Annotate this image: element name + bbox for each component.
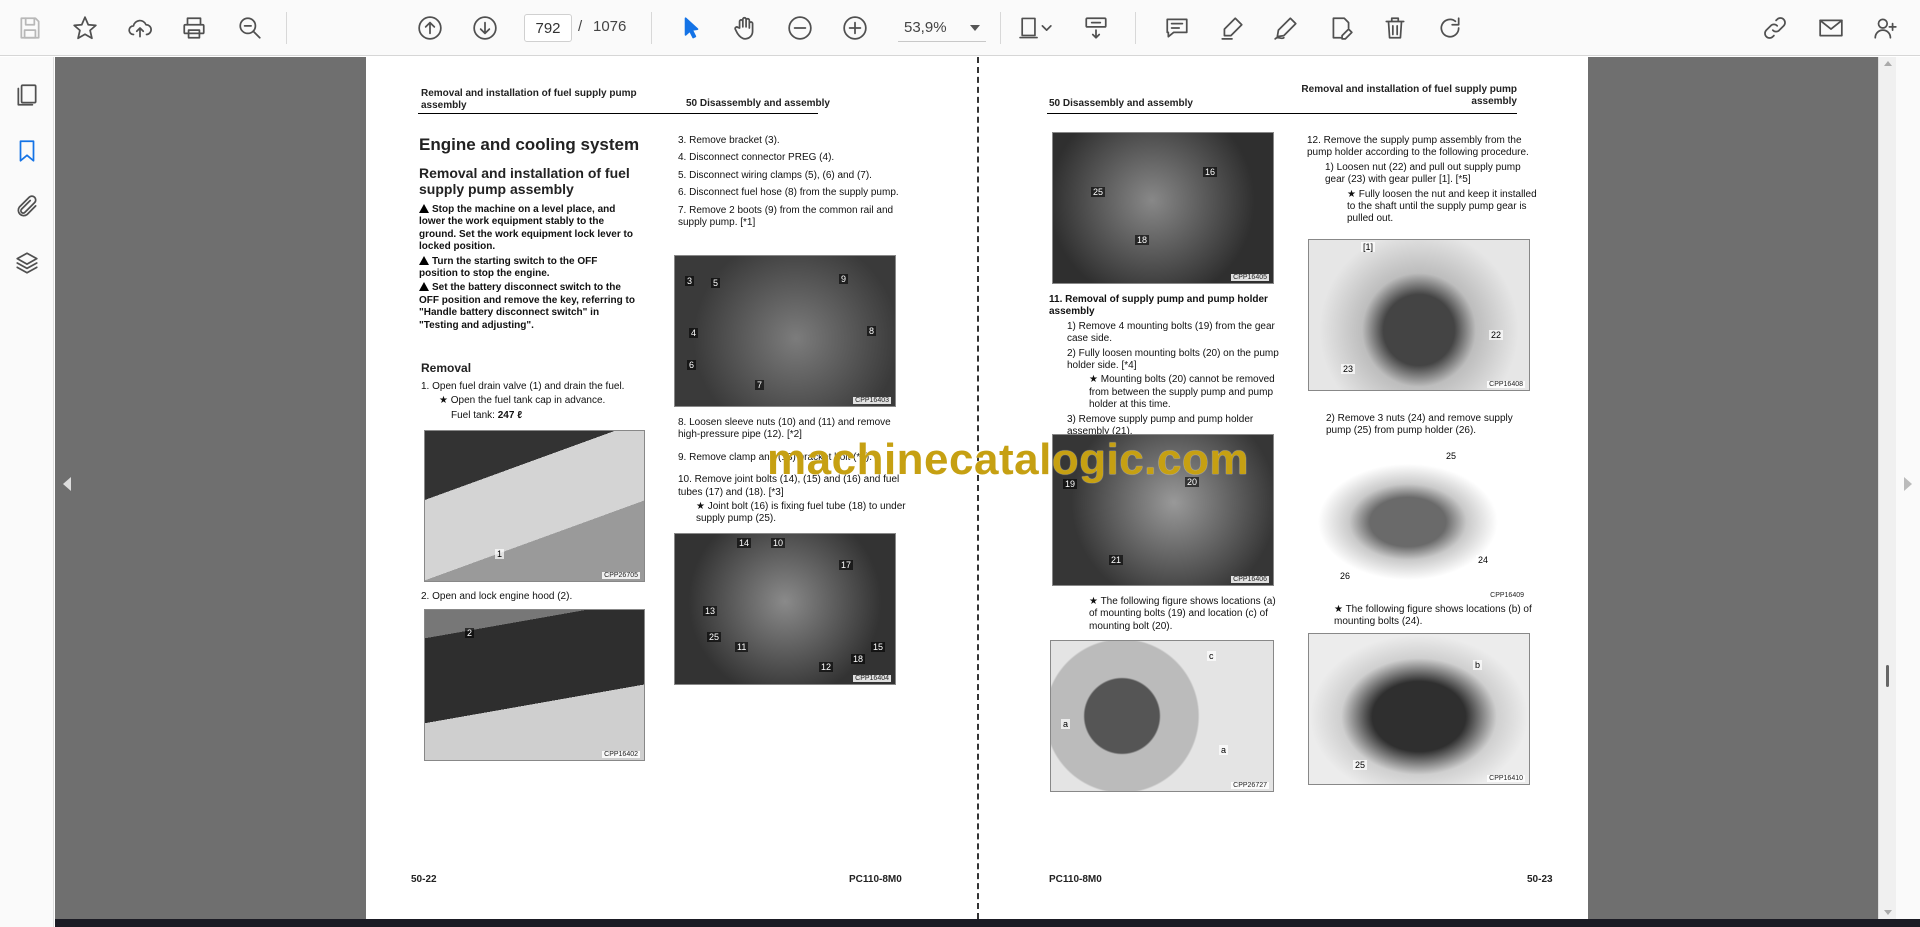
figure-bolt-locations: c a a CPP26727 [1050, 640, 1274, 792]
step-11: 11. Removal of supply pump and pump hold… [1049, 294, 1279, 438]
step-12-2: 2) Remove 3 nuts (24) and remove supply … [1326, 413, 1513, 437]
rotate-icon[interactable] [1432, 10, 1468, 46]
save-icon[interactable] [12, 10, 48, 46]
page-number-right: 50-23 [1527, 874, 1553, 885]
page-up-icon[interactable] [412, 10, 448, 46]
zoom-in-icon[interactable] [837, 10, 873, 46]
scroll-down-icon[interactable] [1884, 910, 1892, 915]
figure-connectors: 3 5 9 4 6 7 8 CPP16403 [674, 255, 896, 407]
zoom-select[interactable]: 53,9% [898, 14, 986, 42]
figure-supply-pump: 25 24 26 CPP16409 [1308, 449, 1530, 601]
attachment-icon[interactable] [9, 189, 45, 225]
warning-item: Turn the starting switch to the OFF posi… [419, 255, 598, 280]
figure-code: CPP16409 [1488, 592, 1526, 599]
edit-icon[interactable] [1323, 10, 1359, 46]
page-left: Removal and installation of fuel supply … [366, 57, 977, 919]
header-right: 50 Disassembly and assembly [686, 98, 830, 109]
figure-fuel-drain: 1 CPP26705 [424, 430, 645, 582]
figure-code: CPP26705 [602, 572, 640, 579]
page-separator: / [578, 18, 583, 35]
left-sidebar [0, 57, 54, 927]
sign-icon[interactable] [1268, 10, 1304, 46]
scroll-mode-icon[interactable] [1078, 10, 1114, 46]
figure-code: CPP16406 [1231, 576, 1269, 583]
thumbnails-icon[interactable] [9, 77, 45, 113]
upload-icon[interactable] [122, 10, 158, 46]
delete-icon[interactable] [1377, 10, 1413, 46]
warning-icon [419, 204, 429, 213]
zoom-out-icon[interactable] [782, 10, 818, 46]
layers-icon[interactable] [9, 245, 45, 281]
header-left: Removal and installation of fuel supply … [421, 88, 637, 111]
bookmark-icon[interactable] [9, 133, 45, 169]
fit-page-icon[interactable] [1013, 10, 1059, 46]
expand-right-panel-icon[interactable] [1904, 477, 1912, 491]
figure-fuel-tubes: 14 10 17 13 25 11 15 18 12 CPP16404 [674, 533, 896, 685]
figure-engine-hood: 2 CPP16402 [424, 609, 645, 761]
step-1: 1. Open fuel drain valve (1) and drain t… [421, 381, 625, 421]
figure-code: CPP16403 [853, 397, 891, 404]
figure-pump-area: 25 16 18 CPP16405 [1052, 132, 1274, 284]
warning-item: Stop the machine on a level place, and l… [419, 204, 633, 253]
model-code-left: PC110-8M0 [849, 874, 902, 885]
page-number-left: 50-22 [411, 874, 437, 885]
page-right: 50 Disassembly and assembly Removal and … [977, 57, 1588, 919]
warning-item: Set the battery disconnect switch to the… [419, 282, 635, 331]
figure-pump-bolts: b 25 CPP16410 [1308, 633, 1530, 785]
page-number-input[interactable] [524, 14, 572, 42]
figure-code: CPP16404 [853, 675, 891, 682]
warnings-block: Stop the machine on a level place, and l… [419, 204, 639, 334]
star-icon[interactable] [67, 10, 103, 46]
page-total: 1076 [593, 18, 627, 35]
fuel-label: Fuel tank: [451, 409, 495, 421]
section-title: Engine and cooling system [419, 135, 640, 154]
vertical-scrollbar[interactable] [1878, 57, 1896, 919]
hand-icon[interactable] [727, 10, 763, 46]
figure-code: CPP26727 [1231, 782, 1269, 789]
note-locations-b: ★ The following figure shows locations (… [1334, 604, 1532, 628]
figure-code: CPP16405 [1231, 274, 1269, 281]
scrollbar-thumb[interactable] [1886, 665, 1889, 687]
figure-code: CPP16410 [1487, 775, 1525, 782]
model-code-right: PC110-8M0 [1049, 874, 1102, 885]
add-user-icon[interactable] [1867, 10, 1903, 46]
note-locations-a: ★ The following figure shows locations (… [1089, 596, 1276, 632]
figure-code: CPP16408 [1487, 381, 1525, 388]
document-viewer[interactable]: Removal and installation of fuel supply … [55, 57, 1878, 919]
figure-code: CPP16402 [602, 751, 640, 758]
zoom-search-icon[interactable] [232, 10, 268, 46]
steps-3-7: 3. Remove bracket (3). 4. Disconnect con… [678, 135, 899, 229]
bottom-bar [55, 919, 1920, 927]
chevron-down-icon [970, 24, 980, 31]
removal-heading: Removal [421, 361, 472, 375]
step-2: 2. Open and lock engine hood (2). [421, 591, 573, 602]
highlight-icon[interactable] [1214, 10, 1250, 46]
share-link-icon[interactable] [1757, 10, 1793, 46]
header-left: 50 Disassembly and assembly [1049, 98, 1193, 109]
select-cursor-icon[interactable] [673, 10, 709, 46]
figure-gear-puller: [1] 22 23 CPP16408 [1308, 239, 1530, 391]
fuel-value: 247 ℓ [497, 409, 523, 421]
toolbar: / 1076 53,9% [0, 0, 1920, 56]
scroll-up-icon[interactable] [1884, 61, 1892, 66]
page-subtitle: Removal and installation of fuel supply … [419, 165, 630, 197]
warning-icon [419, 282, 429, 292]
collapse-left-panel-icon[interactable] [63, 477, 71, 491]
comment-icon[interactable] [1159, 10, 1195, 46]
watermark: machinecatalogic.com [767, 435, 1249, 484]
right-panel [1896, 57, 1920, 919]
warning-icon [419, 255, 429, 265]
email-icon[interactable] [1813, 10, 1849, 46]
print-icon[interactable] [176, 10, 212, 46]
page-divider [977, 57, 979, 919]
header-right: Removal and installation of fuel supply … [1301, 84, 1517, 107]
step-12: 12. Remove the supply pump assembly from… [1307, 135, 1537, 225]
zoom-value: 53,9% [904, 19, 947, 36]
page-down-icon[interactable] [467, 10, 503, 46]
